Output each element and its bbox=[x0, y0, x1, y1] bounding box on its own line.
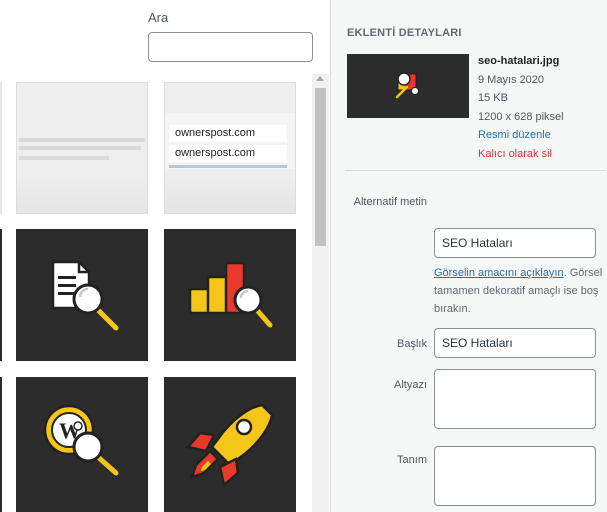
rocket-icon bbox=[185, 403, 274, 488]
image-dimensions: 1200 x 628 piksel bbox=[478, 110, 564, 123]
bar-chart-magnifier-icon bbox=[188, 261, 273, 328]
scroll-thumb[interactable] bbox=[315, 88, 326, 246]
upload-date: 9 Mayıs 2020 bbox=[478, 73, 545, 86]
search-label: Ara bbox=[148, 10, 169, 25]
caption-label: Altyazı bbox=[393, 379, 427, 391]
description-textarea[interactable] bbox=[434, 446, 596, 506]
title-label: Başlık bbox=[397, 338, 427, 350]
scroll-up-arrow-icon[interactable] bbox=[316, 76, 324, 81]
file-size: 15 KB bbox=[478, 92, 508, 104]
media-modal: Ara ownerspost.com ownerspost.com W EKLE… bbox=[0, 0, 607, 512]
details-divider bbox=[345, 170, 605, 171]
alt-text-label: Alternatif metin bbox=[353, 196, 427, 208]
edit-image-link[interactable]: Resmi düzenle bbox=[478, 126, 564, 145]
attachment-tile-screenshot-search[interactable] bbox=[16, 82, 148, 214]
file-info: seo-hatalari.jpg 9 Mayıs 2020 15 KB 1200… bbox=[478, 52, 564, 163]
partial-tile[interactable] bbox=[0, 229, 2, 361]
seo-thumbnail-icon bbox=[395, 72, 419, 99]
title-input[interactable]: SEO Hataları bbox=[434, 328, 596, 358]
screenshot-url-text: ownerspost.com bbox=[169, 145, 287, 162]
attachment-tile-seo-wordpress[interactable]: W bbox=[16, 377, 148, 512]
media-library: Ara ownerspost.com ownerspost.com W bbox=[0, 0, 330, 512]
attachment-tile-seo-chart[interactable] bbox=[164, 229, 296, 361]
caption-textarea[interactable] bbox=[434, 369, 596, 429]
attachment-tile-seo-rocket[interactable] bbox=[164, 377, 296, 512]
attachment-details-panel: EKLENTİ DETAYLARI seo-hatalari.jpg 9 May… bbox=[330, 0, 607, 512]
description-label: Tanım bbox=[397, 454, 427, 466]
attachment-thumbnail bbox=[347, 54, 469, 118]
alt-text-input[interactable]: SEO Hataları bbox=[434, 228, 596, 258]
document-magnifier-icon bbox=[51, 260, 119, 331]
attachment-tile-seo-document[interactable] bbox=[16, 229, 148, 361]
alt-text-help-link[interactable]: Görselin amacını açıklayın bbox=[434, 267, 564, 279]
partial-tile[interactable] bbox=[0, 377, 2, 512]
alt-text-help: Görselin amacını açıklayın. Görsel tamam… bbox=[434, 264, 604, 318]
screenshot-shadow bbox=[165, 179, 295, 213]
screenshot-text-line bbox=[19, 156, 109, 160]
screenshot-shadow bbox=[17, 178, 147, 213]
screenshot-url-text: ownerspost.com bbox=[169, 125, 287, 142]
details-heading: EKLENTİ DETAYLARI bbox=[347, 27, 462, 39]
screenshot-text-line bbox=[169, 165, 287, 168]
attachments-grid: ownerspost.com ownerspost.com W bbox=[0, 82, 310, 512]
attachment-tile-screenshot-ownerspost[interactable]: ownerspost.com ownerspost.com bbox=[164, 82, 296, 214]
screenshot-text-line bbox=[19, 138, 145, 142]
partial-tile[interactable] bbox=[0, 82, 2, 214]
search-input[interactable] bbox=[148, 32, 313, 62]
screenshot-text-line bbox=[19, 146, 141, 150]
grid-scrollbar[interactable] bbox=[312, 74, 329, 512]
wordpress-magnifier-icon: W bbox=[43, 404, 119, 476]
file-name: seo-hatalari.jpg bbox=[478, 55, 560, 67]
delete-permanently-link[interactable]: Kalıcı olarak sil bbox=[478, 145, 564, 164]
